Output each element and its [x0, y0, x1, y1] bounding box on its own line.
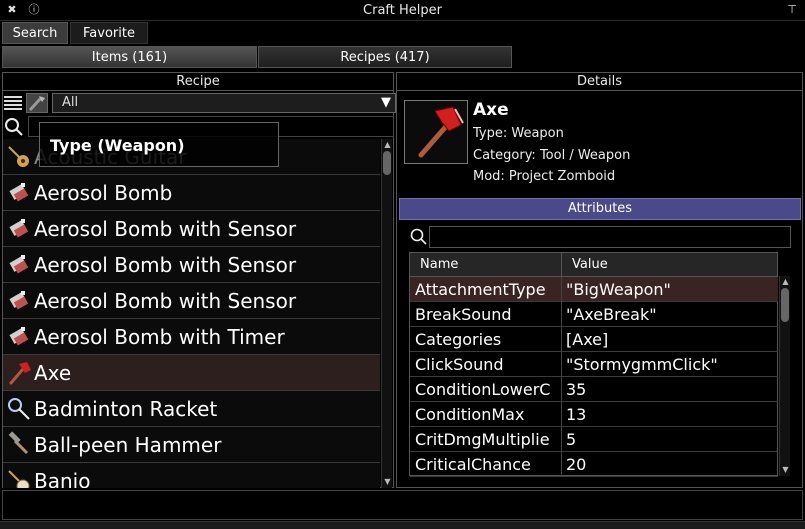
table-row[interactable]: Categories [Axe] [410, 327, 778, 352]
attribute-search-input[interactable] [429, 226, 791, 248]
list-item[interactable]: Axe [3, 355, 380, 391]
table-row[interactable]: ConditionLowerC 35 [410, 377, 778, 402]
status-bar [2, 490, 803, 520]
item-detail: Axe Type: Weapon Category: Tool / Weapon… [399, 96, 802, 188]
attribute-value-cell: "BigWeapon" [566, 280, 671, 299]
attributes-table: Name Value AttachmentType "BigWeapon" Brea… [409, 252, 778, 477]
aerosol-bomb-icon [5, 251, 33, 279]
dropdown-arrow-icon: ▼ [381, 95, 391, 110]
menu-icon[interactable] [4, 96, 22, 110]
scroll-thumb[interactable] [383, 151, 391, 175]
tab-favorite[interactable]: Favorite [70, 22, 148, 44]
attribute-value-cell: "AxeBreak" [566, 305, 657, 324]
list-item[interactable]: Ball-peen Hammer [3, 427, 380, 463]
tab-recipes[interactable]: Recipes (417) [258, 46, 512, 68]
attributes-header: Attributes [399, 198, 801, 220]
tab-search[interactable]: Search [2, 22, 68, 44]
list-item-label: Ball-peen Hammer [34, 432, 222, 457]
table-row[interactable]: ClickSound "StormygmmClick" [410, 352, 778, 377]
tab-items[interactable]: Items (161) [2, 46, 257, 68]
attribute-name-cell: AttachmentType [410, 277, 562, 302]
recipe-panel-header: Recipe [3, 73, 393, 91]
attribute-value-cell: 13 [566, 405, 587, 424]
category-select-value: All [62, 95, 79, 110]
list-item[interactable]: Aerosol Bomb with Timer [3, 319, 380, 355]
list-item[interactable]: Badminton Racket [3, 391, 380, 427]
title-bar: ✖ ⓘ Craft Helper ⊤ [0, 0, 805, 21]
table-row[interactable]: CriticalChance 20 [410, 452, 778, 477]
attribute-value-cell: 5 [566, 430, 577, 449]
scroll-up-icon[interactable]: ▲ [780, 277, 791, 286]
attribute-name-cell: BreakSound [410, 302, 562, 327]
list-item-label: Aerosol Bomb with Timer [34, 324, 285, 349]
list-item[interactable]: Aerosol Bomb with Sensor [3, 283, 380, 319]
attribute-value-cell: [Axe] [566, 330, 609, 349]
aerosol-bomb-icon [5, 179, 33, 207]
scroll-down-icon[interactable]: ▼ [780, 465, 791, 474]
detail-mod: Mod: Project Zomboid [473, 169, 616, 184]
weapon-filter-icon[interactable] [26, 93, 48, 113]
banjo-icon [5, 467, 33, 488]
list-item[interactable]: Aerosol Bomb with Sensor [3, 211, 380, 247]
racket-icon [5, 395, 33, 423]
attribute-name-cell: ConditionMax [410, 402, 562, 427]
attribute-name-cell: CritDmgMultiplie [410, 427, 562, 452]
detail-item-name: Axe [473, 100, 509, 120]
filter-tooltip: Type (Weapon) [39, 122, 279, 167]
list-item-label: Aerosol Bomb with Sensor [34, 288, 297, 313]
category-select[interactable]: All ▼ [52, 93, 396, 113]
resize-handle[interactable] [0, 521, 805, 529]
search-icon [4, 117, 24, 137]
attribute-value-cell: 20 [566, 455, 587, 474]
table-row[interactable]: ConditionMax 13 [410, 402, 778, 427]
axe-icon [404, 100, 468, 164]
detail-type: Type: Weapon [473, 126, 564, 141]
attribute-name-cell: Categories [410, 327, 562, 352]
table-row[interactable]: BreakSound "AxeBreak" [410, 302, 778, 327]
attributes-scrollbar[interactable]: ▲ ▼ [779, 276, 790, 476]
attribute-name-cell: ClickSound [410, 352, 562, 377]
collapse-icon[interactable]: ⊤ [784, 3, 800, 17]
guitar-icon [5, 143, 33, 171]
list-item-label: Aerosol Bomb [34, 180, 173, 205]
scroll-down-icon[interactable]: ▼ [382, 477, 393, 486]
aerosol-bomb-icon [5, 287, 33, 315]
item-list-scrollbar[interactable]: ▲ ▼ [381, 139, 392, 488]
list-item[interactable]: Banjo [3, 463, 380, 488]
list-item-label: Badminton Racket [34, 396, 218, 421]
column-header-value[interactable]: Value [562, 253, 778, 277]
axe-icon [5, 359, 33, 387]
aerosol-bomb-icon [5, 215, 33, 243]
list-item-label: Axe [34, 360, 72, 385]
aerosol-bomb-icon [5, 323, 33, 351]
attribute-value-cell: "StormygmmClick" [566, 355, 718, 374]
list-item[interactable]: Aerosol Bomb with Sensor [3, 247, 380, 283]
attribute-value-cell: 35 [566, 380, 587, 399]
scroll-up-icon[interactable]: ▲ [382, 140, 393, 149]
column-header-name[interactable]: Name [410, 253, 562, 277]
list-item[interactable]: Aerosol Bomb [3, 175, 380, 211]
detail-category: Category: Tool / Weapon [473, 148, 631, 163]
list-item-label: Banjo [34, 468, 91, 489]
filter-row: All ▼ [2, 92, 396, 114]
details-panel-header: Details [397, 73, 802, 91]
item-list: Acoustic GuitarAerosol BombAerosol Bomb … [3, 139, 380, 488]
list-item-label: Aerosol Bomb with Sensor [34, 252, 297, 277]
table-row[interactable]: CritDmgMultiplie 5 [410, 427, 778, 452]
attribute-name-cell: CriticalChance [410, 452, 562, 477]
window-title: Craft Helper [363, 3, 442, 18]
table-row[interactable]: AttachmentType "BigWeapon" [410, 277, 778, 302]
list-item-label: Aerosol Bomb with Sensor [34, 216, 297, 241]
attribute-name-cell: ConditionLowerC [410, 377, 562, 402]
attribute-search-icon [410, 228, 428, 246]
scroll-thumb[interactable] [781, 288, 789, 322]
hammer-icon [5, 430, 33, 459]
